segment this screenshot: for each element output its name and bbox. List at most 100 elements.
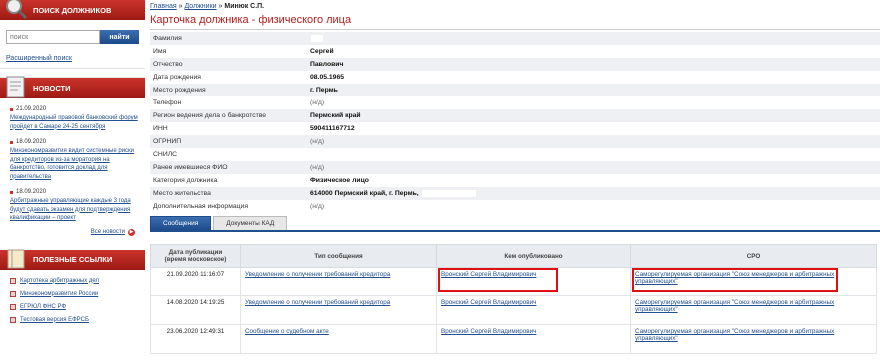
all-news-link[interactable]: Все новости bbox=[91, 229, 125, 235]
newspaper-icon bbox=[6, 76, 25, 98]
useful-link[interactable]: ЕГРЮЛ ФНС РФ bbox=[20, 304, 66, 310]
message-type-link[interactable]: Уведомление о получении требований креди… bbox=[245, 271, 390, 278]
search-block-title: ПОИСК ДОЛЖНИКОВ bbox=[33, 5, 112, 15]
info-value: Пермский край bbox=[310, 112, 361, 120]
info-label: Место жительства bbox=[153, 189, 211, 197]
info-value: (н/д) bbox=[310, 163, 325, 171]
info-row: Регион ведения дела о банкротстве Пермски… bbox=[150, 109, 880, 123]
sidebar: ПОИСК ДОЛЖНИКОВ найти Расширенный поиск … bbox=[0, 0, 145, 360]
sro-link[interactable]: Саморегулируемая организация "Союз менед… bbox=[635, 328, 834, 342]
cell-date: 21.09.2020 11:16:07 bbox=[150, 267, 241, 297]
news-link[interactable]: Арбитражные управляющие каждые 3 года бу… bbox=[10, 197, 139, 223]
breadcrumb-current: Минюк С.П. bbox=[224, 3, 265, 10]
news-block-title: НОВОСТИ bbox=[33, 83, 71, 93]
info-label: ОГРНИП bbox=[153, 138, 182, 146]
sro-link[interactable]: Саморегулируемая организация "Союз менед… bbox=[635, 299, 834, 313]
redacted-value bbox=[310, 33, 324, 43]
news-item: 21.09.2020 Международный правовой банков… bbox=[10, 106, 139, 131]
cell-sro: Саморегулируемая организация "Союз менед… bbox=[630, 267, 877, 297]
useful-link[interactable]: Картотека арбитражных дел bbox=[20, 278, 99, 284]
magnifier-icon bbox=[6, 0, 28, 20]
bullet-icon bbox=[10, 107, 13, 111]
info-label: ИНН bbox=[153, 125, 168, 133]
info-value: 614000 Пермский край, г. Пермь, bbox=[310, 189, 419, 197]
breadcrumb-separator: » bbox=[218, 3, 223, 10]
info-label: Телефон bbox=[153, 99, 182, 107]
message-type-link[interactable]: Сообщение о судебном акте bbox=[245, 328, 329, 335]
info-row: Место рождения г. Пермь bbox=[150, 83, 880, 97]
publisher-link[interactable]: Вронский Сергей Владимирович bbox=[441, 328, 536, 335]
info-row: Категория должника Физическое лицо bbox=[150, 174, 880, 187]
table-header-row: Дата публикации (время московское) Тип с… bbox=[150, 244, 877, 269]
info-label: Фамилия bbox=[153, 34, 182, 42]
info-label: Имя bbox=[153, 47, 167, 55]
info-label: Дата рождения bbox=[153, 73, 201, 81]
info-value: 590411167712 bbox=[310, 125, 355, 133]
cell-type: Сообщение о судебном акте bbox=[240, 324, 437, 355]
info-row: ИНН 590411167712 bbox=[150, 122, 880, 135]
column-header-sro[interactable]: СРО bbox=[630, 244, 877, 269]
book-icon bbox=[7, 249, 25, 268]
link-icon bbox=[10, 316, 16, 323]
column-header-publisher[interactable]: Кем опубликовано bbox=[436, 244, 631, 269]
info-label: Ранее имевшиеся ФИО bbox=[153, 163, 228, 171]
sro-link[interactable]: Саморегулируемая организация "Союз менед… bbox=[635, 271, 834, 285]
info-value: г. Пермь bbox=[310, 86, 338, 94]
cell-sro: Саморегулируемая организация "Союз менед… bbox=[630, 295, 877, 326]
message-type-link[interactable]: Уведомление о получении требований креди… bbox=[245, 299, 390, 306]
useful-link[interactable]: Тестовая версия ЕФРСБ bbox=[20, 317, 89, 323]
news-block-header: НОВОСТИ bbox=[0, 76, 145, 98]
arrow-right-icon[interactable]: ▶ bbox=[128, 228, 135, 236]
table-row: 21.09.2020 11:16:07 Уведомление о получе… bbox=[150, 267, 877, 297]
cell-publisher: Вронский Сергей Владимирович bbox=[436, 295, 631, 326]
cell-publisher: Вронский Сергей Владимирович bbox=[436, 324, 631, 355]
search-box: найти Расширенный поиск bbox=[0, 20, 145, 69]
table-row: 23.06.2020 12:49:31 Сообщение о судебном… bbox=[150, 324, 877, 355]
links-block-header: ПОЛЕЗНЫЕ ССЫЛКИ bbox=[0, 249, 145, 270]
info-label: Отчество bbox=[153, 60, 183, 68]
breadcrumb: Главная » Должники » Минюк С.П. bbox=[150, 0, 880, 12]
info-value: (н/д) bbox=[310, 138, 325, 146]
info-label: СНИЛС bbox=[153, 150, 178, 158]
cell-date: 23.06.2020 12:49:31 bbox=[150, 324, 241, 355]
page-title: Карточка должника - физического лица bbox=[150, 12, 880, 30]
search-button[interactable]: найти bbox=[100, 30, 139, 44]
info-row: Ранее имевшиеся ФИО (н/д) bbox=[150, 160, 880, 174]
table-row: 14.08.2020 14:19:25 Уведомление о получе… bbox=[150, 295, 877, 326]
link-icon bbox=[10, 290, 16, 297]
info-row: Фамилия bbox=[150, 32, 880, 45]
breadcrumb-separator: » bbox=[178, 3, 183, 10]
info-value: (н/д) bbox=[310, 202, 325, 210]
info-row: Телефон (н/д) bbox=[150, 96, 880, 109]
tab-kad-documents[interactable]: Документы КАД bbox=[213, 216, 288, 231]
info-value: 08.05.1965 bbox=[310, 73, 345, 81]
search-input[interactable] bbox=[6, 30, 100, 44]
advanced-search-link[interactable]: Расширенный поиск bbox=[6, 55, 139, 62]
column-header-date[interactable]: Дата публикации (время московское) bbox=[150, 244, 241, 269]
news-date: 18.09.2020 bbox=[16, 189, 47, 195]
publisher-link[interactable]: Вронский Сергей Владимирович bbox=[441, 271, 536, 278]
redacted-value bbox=[420, 188, 477, 198]
news-item: 18.09.2020 Минэкономразвития видит систе… bbox=[10, 139, 139, 181]
publisher-link[interactable]: Вронский Сергей Владимирович bbox=[441, 299, 536, 306]
link-icon bbox=[10, 277, 16, 284]
column-header-type[interactable]: Тип сообщения bbox=[240, 244, 437, 269]
link-icon bbox=[10, 303, 16, 310]
bullet-icon bbox=[10, 190, 13, 194]
info-label: Дополнительная информация bbox=[153, 202, 249, 210]
info-label: Категория должника bbox=[153, 176, 218, 184]
info-row: ОГРНИП (н/д) bbox=[150, 135, 880, 149]
cell-publisher: Вронский Сергей Владимирович bbox=[436, 267, 631, 297]
info-row: Дата рождения 08.05.1965 bbox=[150, 71, 880, 84]
info-value: (н/д) bbox=[310, 99, 325, 107]
useful-link[interactable]: Минэкономразвития России bbox=[20, 291, 98, 297]
info-row: Отчество Павлович bbox=[150, 57, 880, 71]
news-link[interactable]: Международный правовой банковский форум … bbox=[10, 114, 139, 131]
highlight-box: Вронский Сергей Владимирович bbox=[438, 268, 558, 293]
useful-links-block: ПОЛЕЗНЫЕ ССЫЛКИ Картотека арбитражных де… bbox=[0, 249, 145, 323]
messages-table: Дата публикации (время московское) Тип с… bbox=[150, 244, 877, 355]
breadcrumb-debtors[interactable]: Должники bbox=[184, 3, 216, 10]
tab-messages[interactable]: Сообщения bbox=[150, 216, 212, 231]
breadcrumb-home[interactable]: Главная bbox=[150, 3, 177, 10]
news-link[interactable]: Минэкономразвития видит системные риски … bbox=[10, 147, 139, 181]
